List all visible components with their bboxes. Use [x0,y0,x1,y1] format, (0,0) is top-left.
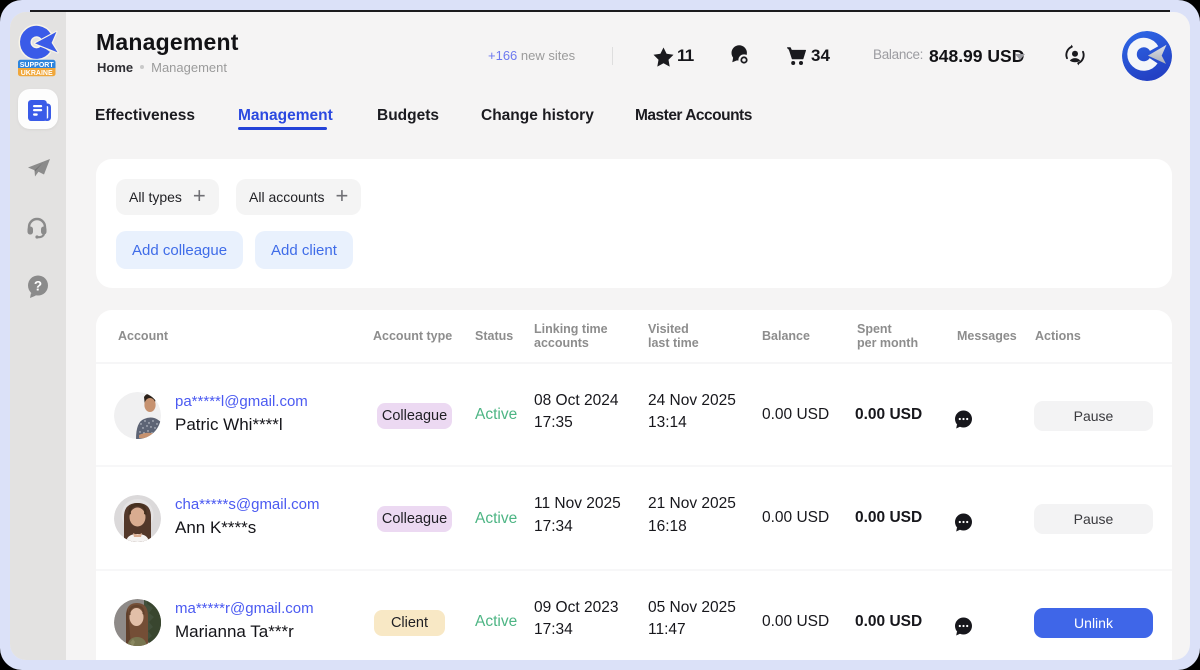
svg-text:?: ? [34,279,42,294]
svg-text:SUPPORT: SUPPORT [20,62,55,69]
svg-text:UKRAINE: UKRAINE [21,70,53,77]
